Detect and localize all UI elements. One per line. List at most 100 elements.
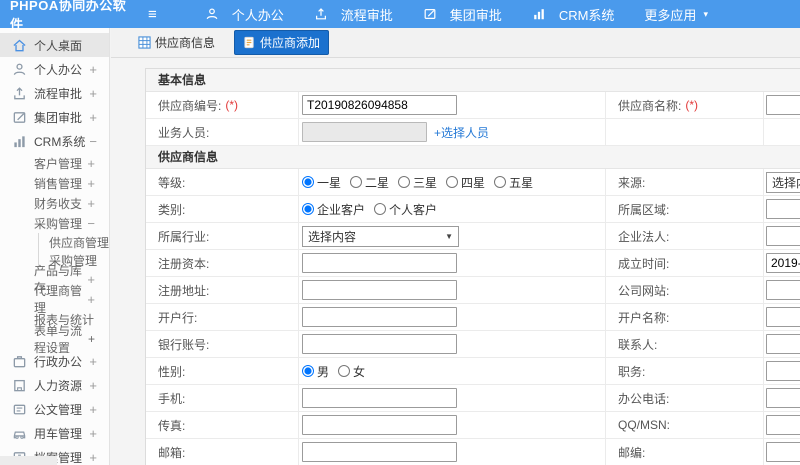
menu-item-more-apps[interactable]: 更多应用 ▾ <box>644 5 708 24</box>
sidebar-item-group-approval[interactable]: 集团审批 + <box>0 105 109 129</box>
collapse-minus-icon[interactable]: − <box>87 216 95 231</box>
expand-plus-icon[interactable]: + <box>87 292 95 307</box>
sidebar-item-label: 供应商管理 <box>49 235 110 250</box>
sidebar-item-workflow-approval[interactable]: 流程审批 + <box>0 81 109 105</box>
menu-item-crm[interactable]: CRM系统 <box>532 5 614 24</box>
expand-plus-icon[interactable]: + <box>88 332 95 346</box>
expand-plus-icon[interactable]: + <box>87 196 95 211</box>
top-menu: 个人办公 流程审批 集团审批 CRM系统 更多应用 ▾ <box>205 5 708 24</box>
form-row: 业务人员: +选择人员 <box>146 119 800 146</box>
level-label: 等级: <box>146 169 299 195</box>
supplier-name-input[interactable] <box>766 95 800 115</box>
level-radio-3star[interactable] <box>398 176 411 188</box>
sidebar-item-vehicle-mgmt[interactable]: 用车管理 + <box>0 421 109 445</box>
legal-person-input[interactable] <box>766 226 800 246</box>
tab-supplier-add[interactable]: 供应商添加 <box>234 30 330 55</box>
menu-item-workflow-approval[interactable]: 流程审批 <box>314 5 393 24</box>
sidebar-item-label: CRM系统 <box>34 134 86 149</box>
bank-account-input[interactable] <box>302 334 457 354</box>
level-radio-4star[interactable] <box>446 176 459 188</box>
menu-item-group-approval[interactable]: 集团审批 <box>423 5 502 24</box>
sidebar-item-document-mgmt[interactable]: 公文管理 + <box>0 397 109 421</box>
registered-address-input[interactable] <box>302 280 457 300</box>
category-label: 类别: <box>146 196 299 222</box>
sidebar-item-sales-mgmt[interactable]: 销售管理 + <box>0 173 109 193</box>
expand-plus-icon[interactable]: + <box>89 110 97 125</box>
established-input[interactable] <box>766 253 800 273</box>
industry-select[interactable]: 选择内容 ▼ <box>302 225 459 247</box>
supplier-no-input[interactable] <box>302 95 457 115</box>
expand-plus-icon[interactable]: + <box>87 156 95 171</box>
sidebar-item-purchase-mgmt[interactable]: 采购管理 − <box>0 213 109 233</box>
form-row: 类别: 企业客户 个人客户 所属区域: <box>146 196 800 223</box>
expand-plus-icon[interactable]: + <box>87 176 95 191</box>
level-radio-2star[interactable] <box>350 176 363 188</box>
expand-plus-icon[interactable]: + <box>89 450 97 465</box>
sidebar-item-crm[interactable]: CRM系统 − <box>0 129 109 153</box>
level-radio-1star[interactable] <box>302 176 314 188</box>
select-staff-link[interactable]: +选择人员 <box>434 124 489 141</box>
caret-down-icon: ▾ <box>703 8 708 19</box>
source-label: 来源: <box>606 169 764 195</box>
bank-input[interactable] <box>302 307 457 327</box>
account-name-input[interactable] <box>766 307 800 327</box>
office-phone-input[interactable] <box>766 388 800 408</box>
business-staff-input[interactable] <box>302 122 427 142</box>
mobile-input[interactable] <box>302 388 457 408</box>
expand-plus-icon[interactable]: + <box>89 62 97 77</box>
website-input[interactable] <box>766 280 800 300</box>
gender-radio-female[interactable] <box>338 365 351 377</box>
sidebar-item-agent-mgmt[interactable]: 代理商管理 + <box>0 284 109 315</box>
contact-input[interactable] <box>766 334 800 354</box>
hamburger-menu-icon[interactable]: ≡ <box>138 6 167 23</box>
fax-input[interactable] <box>302 415 457 435</box>
region-input[interactable] <box>766 199 800 219</box>
sidebar-item-label: 行政办公 <box>34 354 83 369</box>
sidebar-item-form-flow-settings[interactable]: 表单与流程设置 + <box>0 324 109 355</box>
form-row: 注册资本: 成立时间: <box>146 250 800 277</box>
menu-label: 更多应用 <box>644 7 697 23</box>
expand-plus-icon[interactable]: + <box>89 378 97 393</box>
form-row: 手机: 办公电话: <box>146 385 800 412</box>
sidebar-item-personal-office[interactable]: 个人办公 + <box>0 57 109 81</box>
sidebar-item-desktop[interactable]: 个人桌面 <box>0 33 109 57</box>
level-radio-5star[interactable] <box>494 176 507 188</box>
section-supplier-info: 供应商信息 <box>146 146 800 169</box>
expand-plus-icon[interactable]: + <box>89 86 97 101</box>
sidebar-item-label: 销售管理 <box>34 176 83 191</box>
building-icon <box>12 378 27 393</box>
category-radio-personal[interactable] <box>374 203 387 215</box>
region-label: 所属区域: <box>606 196 764 222</box>
caret-down-icon: ▼ <box>445 231 453 241</box>
user-icon <box>12 62 27 77</box>
sidebar-item-admin-office[interactable]: 行政办公 + <box>0 349 109 373</box>
sidebar-item-label: 流程审批 <box>34 86 83 101</box>
account-name-label: 开户名称: <box>606 304 764 330</box>
expand-plus-icon[interactable]: + <box>89 426 97 441</box>
gender-radio-male[interactable] <box>302 365 314 377</box>
collapse-minus-icon[interactable]: − <box>89 134 97 149</box>
form-row: 性别: 男 女 职务: <box>146 358 800 385</box>
qq-msn-input[interactable] <box>766 415 800 435</box>
edit-icon <box>12 110 27 125</box>
email-input[interactable] <box>302 442 457 462</box>
expand-plus-icon[interactable]: + <box>89 402 97 417</box>
menu-label: 个人办公 <box>231 7 284 23</box>
website-label: 公司网站: <box>606 277 764 303</box>
sidebar-item-customer-mgmt[interactable]: 客户管理 + <box>0 153 109 173</box>
expand-plus-icon[interactable]: + <box>89 354 97 369</box>
supplier-no-label: 供应商编号: (*) <box>146 92 299 118</box>
required-mark: (*) <box>685 98 699 112</box>
category-radio-enterprise[interactable] <box>302 203 314 215</box>
sidebar-item-finance[interactable]: 财务收支 + <box>0 193 109 213</box>
position-input[interactable] <box>766 361 800 381</box>
sidebar-item-hr[interactable]: 人力资源 + <box>0 373 109 397</box>
registered-capital-input[interactable] <box>302 253 457 273</box>
tab-supplier-info[interactable]: 供应商信息 <box>129 30 224 55</box>
zip-input[interactable] <box>766 442 800 462</box>
source-select[interactable]: 选择内容 ▼ <box>766 171 800 193</box>
sidebar-item-supplier-mgmt[interactable]: 供应商管理 <box>39 233 109 251</box>
mobile-label: 手机: <box>146 385 299 411</box>
expand-plus-icon[interactable]: + <box>87 272 95 287</box>
menu-item-personal-office[interactable]: 个人办公 <box>205 5 284 24</box>
